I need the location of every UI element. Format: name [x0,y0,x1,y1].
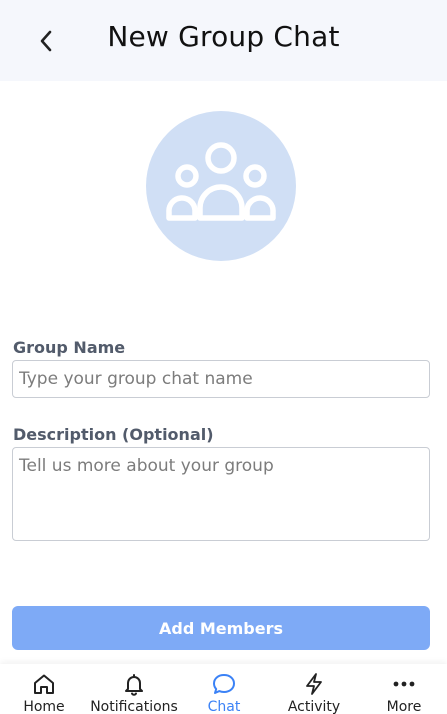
nav-label-activity: Activity [287,699,341,714]
nav-item-more[interactable]: More [374,664,434,714]
bottom-nav: Home Notifications Chat Activity More [0,664,447,714]
header-bar: New Group Chat [0,0,447,81]
nav-label-more: More [386,699,422,714]
description-textarea[interactable] [12,447,430,541]
more-dots-icon [393,681,415,687]
home-icon [34,674,54,694]
nav-item-notifications[interactable]: Notifications [88,664,180,714]
group-people-icon [166,142,276,221]
nav-label-notifications: Notifications [90,699,178,714]
description-label: Description (Optional) [13,425,214,444]
nav-item-activity[interactable]: Activity [280,664,348,714]
new-group-chat-screen: New Group Chat Group Name Description (O… [0,0,447,714]
group-name-label: Group Name [13,338,126,357]
lightning-icon [306,673,322,695]
page-title: New Group Chat [107,20,340,53]
nav-item-chat[interactable]: Chat [194,664,254,714]
group-name-input[interactable] [12,360,430,398]
chat-bubble-icon [213,674,235,694]
nav-label-home: Home [23,699,65,714]
nav-item-home[interactable]: Home [14,664,74,714]
nav-label-chat: Chat [207,699,241,714]
bell-icon [125,674,143,696]
add-members-button[interactable]: Add Members [12,606,430,650]
group-avatar[interactable] [146,111,296,261]
